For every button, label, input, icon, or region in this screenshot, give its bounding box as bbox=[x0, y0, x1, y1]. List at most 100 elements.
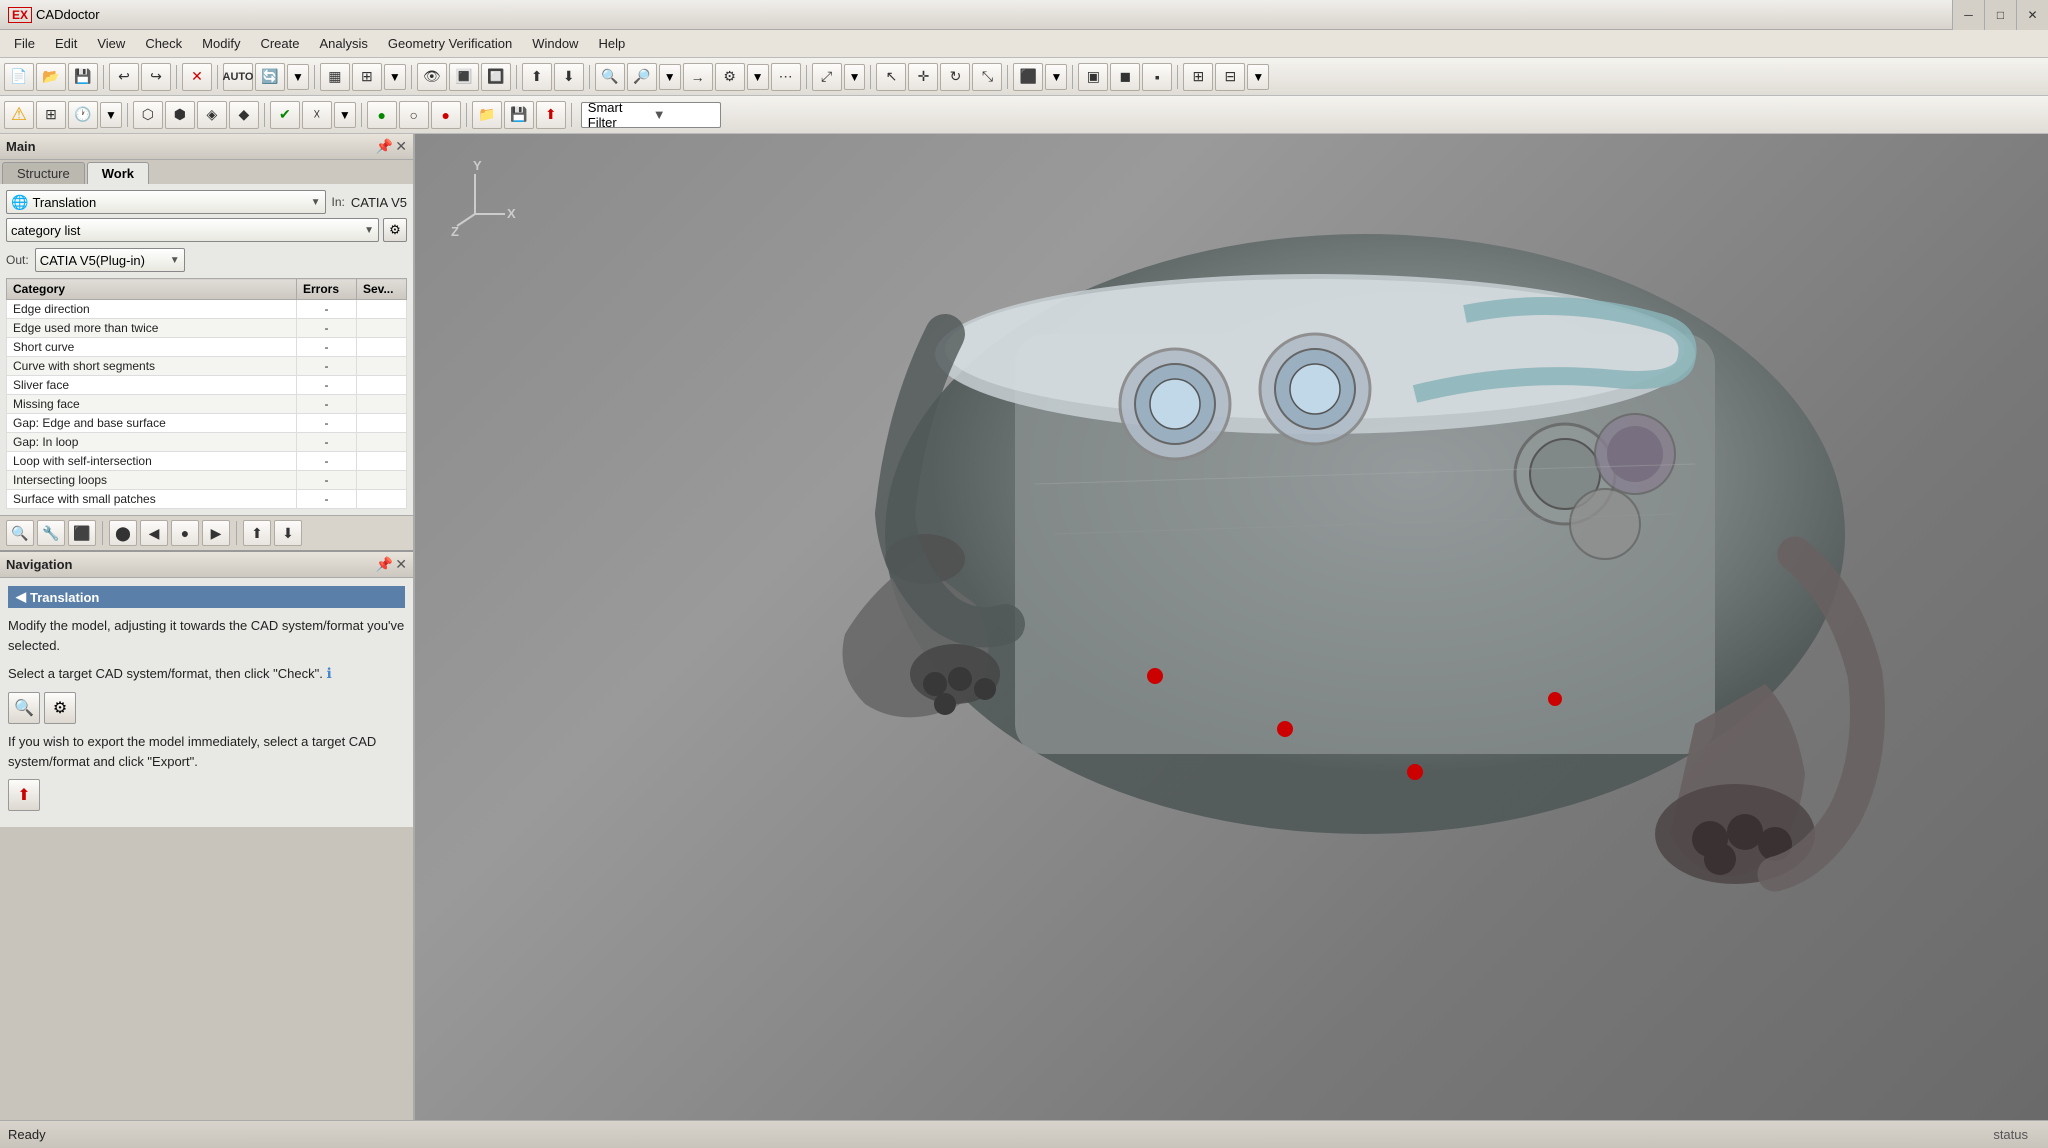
table-row[interactable]: Short curve- bbox=[7, 338, 407, 357]
minimize-button[interactable]: ─ bbox=[1952, 0, 1984, 30]
export2-button[interactable]: ⬆ bbox=[536, 101, 566, 129]
menu-check[interactable]: Check bbox=[135, 33, 192, 54]
menu-analysis[interactable]: Analysis bbox=[310, 33, 378, 54]
view-dir-button[interactable]: ⬛ bbox=[1013, 63, 1043, 91]
nav-next-button[interactable]: ▶ bbox=[202, 520, 230, 546]
scale-button[interactable]: ⤡ bbox=[972, 63, 1002, 91]
refresh-button[interactable]: 🔄 bbox=[255, 63, 285, 91]
sel1-button[interactable]: ▣ bbox=[1078, 63, 1108, 91]
zoom-button[interactable]: 🔎 bbox=[627, 63, 657, 91]
select-button[interactable]: ↖ bbox=[876, 63, 906, 91]
zoom-fit-button[interactable]: ⤢ bbox=[812, 63, 842, 91]
export-button[interactable]: ⬆ bbox=[522, 63, 552, 91]
extra-button[interactable]: ⋯ bbox=[771, 63, 801, 91]
sel3-button[interactable]: ▪ bbox=[1142, 63, 1172, 91]
clock-button[interactable]: 🕐 bbox=[68, 101, 98, 129]
menu-help[interactable]: Help bbox=[588, 33, 635, 54]
tab-work[interactable]: Work bbox=[87, 162, 149, 184]
pin-icon[interactable]: 📌 bbox=[376, 138, 393, 155]
save-button[interactable]: 💾 bbox=[68, 63, 98, 91]
filter2-button[interactable]: ⊟ bbox=[1215, 63, 1245, 91]
dropdown1[interactable]: ▼ bbox=[287, 64, 309, 90]
auto-button[interactable]: AUTO bbox=[223, 63, 253, 91]
menu-edit[interactable]: Edit bbox=[45, 33, 87, 54]
dropdown2[interactable]: ▼ bbox=[384, 64, 406, 90]
table-row[interactable]: Edge used more than twice- bbox=[7, 319, 407, 338]
menu-window[interactable]: Window bbox=[522, 33, 588, 54]
table-row[interactable]: Intersecting loops- bbox=[7, 471, 407, 490]
smart-filter-dropdown[interactable]: Smart Filter ▼ bbox=[581, 102, 721, 128]
dropdown9[interactable]: ▼ bbox=[334, 102, 356, 128]
delete-button[interactable]: ✕ bbox=[182, 63, 212, 91]
close-panel-icon[interactable]: ✕ bbox=[395, 138, 407, 155]
move-up-button[interactable]: ⬆ bbox=[243, 520, 271, 546]
viewport[interactable]: Y Z X bbox=[415, 134, 2048, 1120]
cube4-button[interactable]: ◆ bbox=[229, 101, 259, 129]
nav-check-icon-button[interactable]: 🔍 bbox=[8, 692, 40, 724]
dropdown8[interactable]: ▼ bbox=[100, 102, 122, 128]
dropdown3[interactable]: ▼ bbox=[659, 64, 681, 90]
table-row[interactable]: Curve with short segments- bbox=[7, 357, 407, 376]
check-mark-button[interactable]: ✔ bbox=[270, 101, 300, 129]
view-button[interactable]: 👁 bbox=[417, 63, 447, 91]
rotate-button[interactable]: ↻ bbox=[940, 63, 970, 91]
table-row[interactable]: Sliver face- bbox=[7, 376, 407, 395]
nav-first-button[interactable]: ⬤ bbox=[109, 520, 137, 546]
move-down-button[interactable]: ⬇ bbox=[274, 520, 302, 546]
dropdown4[interactable]: ▼ bbox=[747, 64, 769, 90]
warn-button[interactable]: ⚠ bbox=[4, 101, 34, 129]
open2-button[interactable]: 📁 bbox=[472, 101, 502, 129]
nav-pin-icon[interactable]: 📌 bbox=[376, 556, 393, 573]
menu-view[interactable]: View bbox=[87, 33, 135, 54]
close-button[interactable]: ✕ bbox=[2016, 0, 2048, 30]
table-row[interactable]: Gap: Edge and base surface- bbox=[7, 414, 407, 433]
redo-button[interactable]: ↪ bbox=[141, 63, 171, 91]
move-button[interactable]: ✛ bbox=[908, 63, 938, 91]
menu-create[interactable]: Create bbox=[250, 33, 309, 54]
undo-button[interactable]: ↩ bbox=[109, 63, 139, 91]
cube-button[interactable]: ⬡ bbox=[133, 101, 163, 129]
nav-export-icon-button[interactable]: ⬆ bbox=[8, 779, 40, 811]
stop-button[interactable]: ⬛ bbox=[68, 520, 96, 546]
out-dropdown[interactable]: CATIA V5(Plug-in) ▼ bbox=[35, 248, 185, 272]
check-work-button[interactable]: 🔍 bbox=[6, 520, 34, 546]
check-button[interactable]: 🔍 bbox=[595, 63, 625, 91]
layers-button[interactable]: ▦ bbox=[320, 63, 350, 91]
dropdown5[interactable]: ▼ bbox=[844, 64, 866, 90]
tab-structure[interactable]: Structure bbox=[2, 162, 85, 184]
open-button[interactable]: 📂 bbox=[36, 63, 66, 91]
gear-button[interactable]: ⚙ bbox=[383, 218, 407, 242]
view2-button[interactable]: 🔳 bbox=[449, 63, 479, 91]
nav-settings-icon-button[interactable]: ⚙ bbox=[44, 692, 76, 724]
menu-modify[interactable]: Modify bbox=[192, 33, 250, 54]
translation-dropdown[interactable]: 🌐 Translation ▼ bbox=[6, 190, 326, 214]
arrow-button[interactable]: → bbox=[683, 63, 713, 91]
cube2-button[interactable]: ⬢ bbox=[165, 101, 195, 129]
grid-button[interactable]: ⊞ bbox=[36, 101, 66, 129]
sel2-button[interactable]: ◼ bbox=[1110, 63, 1140, 91]
settings-button[interactable]: ⚙ bbox=[715, 63, 745, 91]
table-row[interactable]: Gap: In loop- bbox=[7, 433, 407, 452]
green-sphere-button[interactable]: ● bbox=[367, 101, 397, 129]
view3-button[interactable]: 🔲 bbox=[481, 63, 511, 91]
table-row[interactable]: Edge direction- bbox=[7, 300, 407, 319]
fix-button[interactable]: 🔧 bbox=[37, 520, 65, 546]
dropdown7[interactable]: ▼ bbox=[1247, 64, 1269, 90]
menu-file[interactable]: File bbox=[4, 33, 45, 54]
sphere2-button[interactable]: ○ bbox=[399, 101, 429, 129]
table-row[interactable]: Missing face- bbox=[7, 395, 407, 414]
layers2-button[interactable]: ⊞ bbox=[352, 63, 382, 91]
sphere3-button[interactable]: ● bbox=[431, 101, 461, 129]
nav-info-button[interactable]: ● bbox=[171, 520, 199, 546]
new-button[interactable]: 📄 bbox=[4, 63, 34, 91]
cross-button[interactable]: ☓ bbox=[302, 101, 332, 129]
cube3-button[interactable]: ◈ bbox=[197, 101, 227, 129]
nav-close-icon[interactable]: ✕ bbox=[395, 556, 407, 573]
filter-apply-button[interactable]: ⊞ bbox=[1183, 63, 1213, 91]
nav-prev-button[interactable]: ◀ bbox=[140, 520, 168, 546]
save2-button[interactable]: 💾 bbox=[504, 101, 534, 129]
import-button[interactable]: ⬇ bbox=[554, 63, 584, 91]
table-row[interactable]: Surface with small patches- bbox=[7, 490, 407, 509]
menu-geometry-verification[interactable]: Geometry Verification bbox=[378, 33, 522, 54]
dropdown6[interactable]: ▼ bbox=[1045, 64, 1067, 90]
